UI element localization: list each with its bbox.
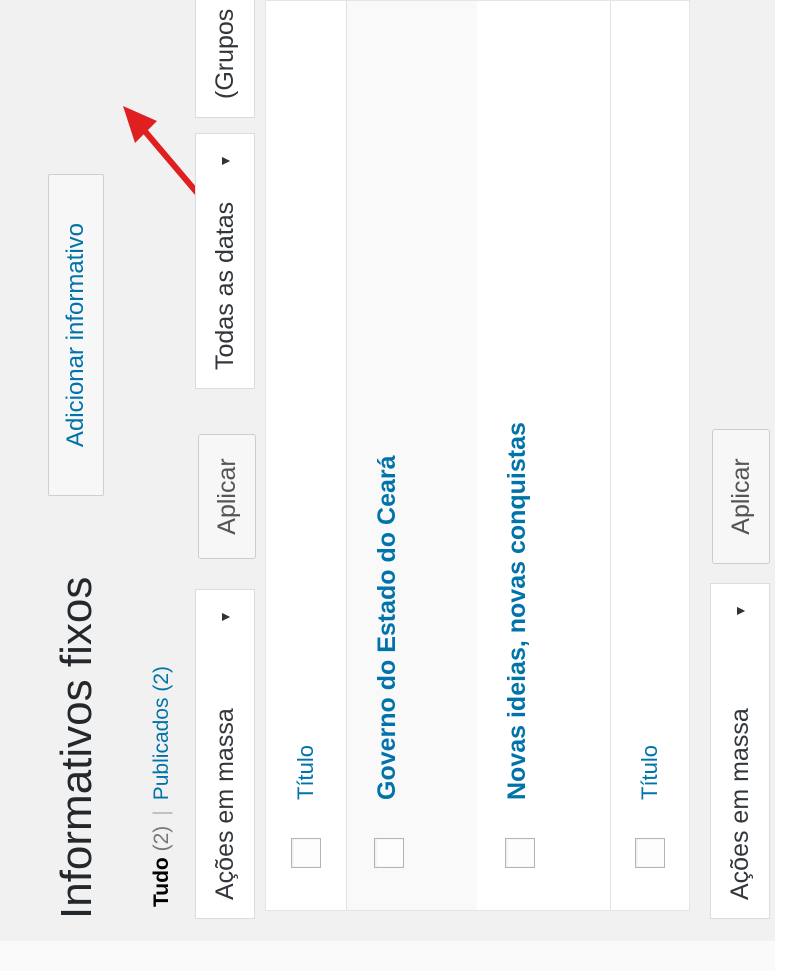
- bulk-actions-select-top[interactable]: Ações em massa ▼: [195, 589, 255, 919]
- posts-table: Título Governo do Estado do Ceará Novas …: [265, 0, 690, 911]
- table-row: Governo do Estado do Ceará: [347, 1, 477, 910]
- dates-filter-value: Todas as datas: [211, 201, 239, 370]
- apply-button-top[interactable]: Aplicar: [198, 434, 256, 559]
- view-separator: |: [150, 810, 173, 816]
- add-new-button[interactable]: Adicionar informativo: [48, 174, 104, 496]
- row-checkbox[interactable]: [505, 838, 535, 868]
- view-published-count[interactable]: (2): [150, 666, 173, 692]
- select-all-checkbox[interactable]: [291, 838, 321, 868]
- caret-down-icon: ▼: [217, 154, 233, 168]
- groups-filter-select[interactable]: (Grupos: [195, 0, 255, 118]
- apply-button-bottom[interactable]: Aplicar: [712, 429, 770, 564]
- column-title-footer[interactable]: Título: [637, 745, 663, 800]
- view-all-count: (2): [150, 825, 173, 852]
- dates-filter-select[interactable]: Todas as datas ▼: [195, 133, 255, 389]
- post-title-link[interactable]: Governo do Estado do Ceará: [373, 455, 402, 800]
- page-title: Informativos fixos: [52, 576, 101, 919]
- view-all-label[interactable]: Tudo: [150, 857, 173, 907]
- select-all-checkbox-footer[interactable]: [635, 838, 665, 868]
- post-title-link[interactable]: Novas ideias, novas conquistas: [503, 422, 532, 800]
- admin-screen: Informativos fixos Adicionar informativo…: [0, 0, 806, 971]
- table-row: Novas ideias, novas conquistas: [477, 1, 610, 910]
- table-footer-row: Título: [611, 1, 689, 910]
- groups-filter-value: (Grupos: [211, 8, 239, 99]
- bulk-actions-select-bottom[interactable]: Ações em massa ▼: [710, 583, 770, 919]
- bulk-actions-value-bottom: Ações em massa: [726, 708, 754, 900]
- screen-edge-right: [775, 0, 806, 971]
- annotation-arrow-icon: [123, 106, 202, 198]
- view-published-label[interactable]: Publicados: [150, 698, 173, 801]
- caret-down-icon: ▼: [732, 604, 748, 618]
- bulk-actions-value-top: Ações em massa: [211, 708, 239, 900]
- table-header-row: Título: [266, 1, 346, 910]
- row-checkbox[interactable]: [374, 838, 404, 868]
- caret-down-icon: ▼: [217, 610, 233, 624]
- screen-edge: [0, 941, 806, 971]
- status-views: Tudo (2) | Publicados (2): [142, 666, 182, 907]
- column-title-header[interactable]: Título: [293, 745, 319, 800]
